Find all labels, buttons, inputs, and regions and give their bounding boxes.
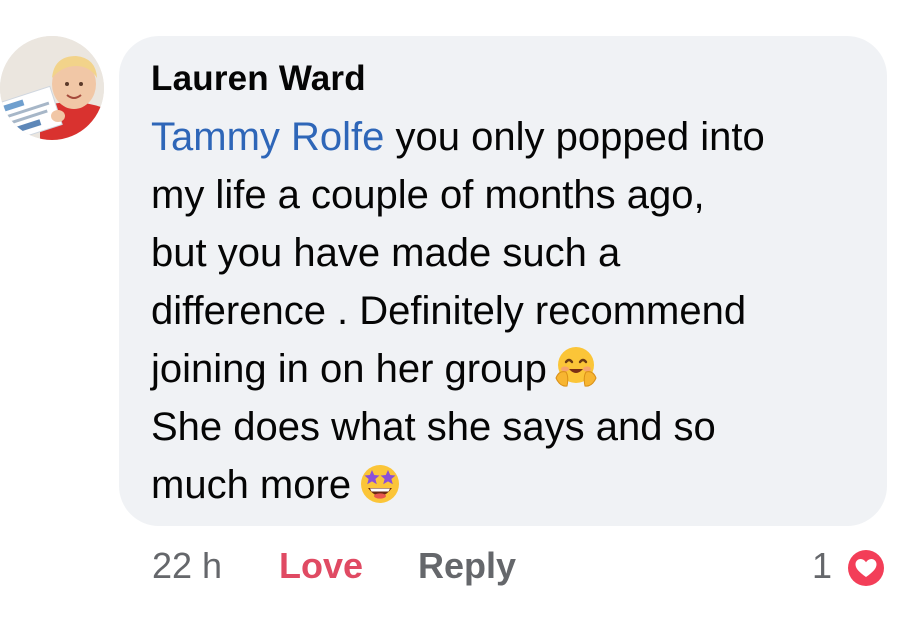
comment-line: my life a couple of months ago, xyxy=(151,173,705,217)
mention-link[interactable]: Tammy Rolfe xyxy=(151,115,384,159)
love-reaction-button[interactable]: Love xyxy=(279,541,363,591)
comment-line: but you have made such a xyxy=(151,231,621,275)
comment-author[interactable]: Lauren Ward xyxy=(151,58,855,100)
comment-line: much more xyxy=(151,456,855,514)
star-struck-icon xyxy=(361,465,400,503)
reaction-count[interactable]: 1 xyxy=(812,541,832,591)
comment-line: Tammy Rolfe you only popped into xyxy=(151,115,765,159)
love-reaction-icon[interactable] xyxy=(844,546,888,590)
reply-button[interactable]: Reply xyxy=(418,541,516,591)
comment-text: Tammy Rolfe you only popped into my life… xyxy=(151,108,855,514)
smiling-face-with-open-hands-icon xyxy=(555,347,597,387)
comment-line: She does what she says and so xyxy=(151,405,716,449)
avatar-photo xyxy=(0,36,104,140)
comment-line: difference . Definitely recommend xyxy=(151,289,747,333)
avatar[interactable] xyxy=(0,36,104,140)
comment-line: joining in on her group xyxy=(151,340,855,398)
comment-bubble: Lauren Ward Tammy Rolfe you only popped … xyxy=(119,36,887,526)
timestamp[interactable]: 22 h xyxy=(152,541,222,591)
